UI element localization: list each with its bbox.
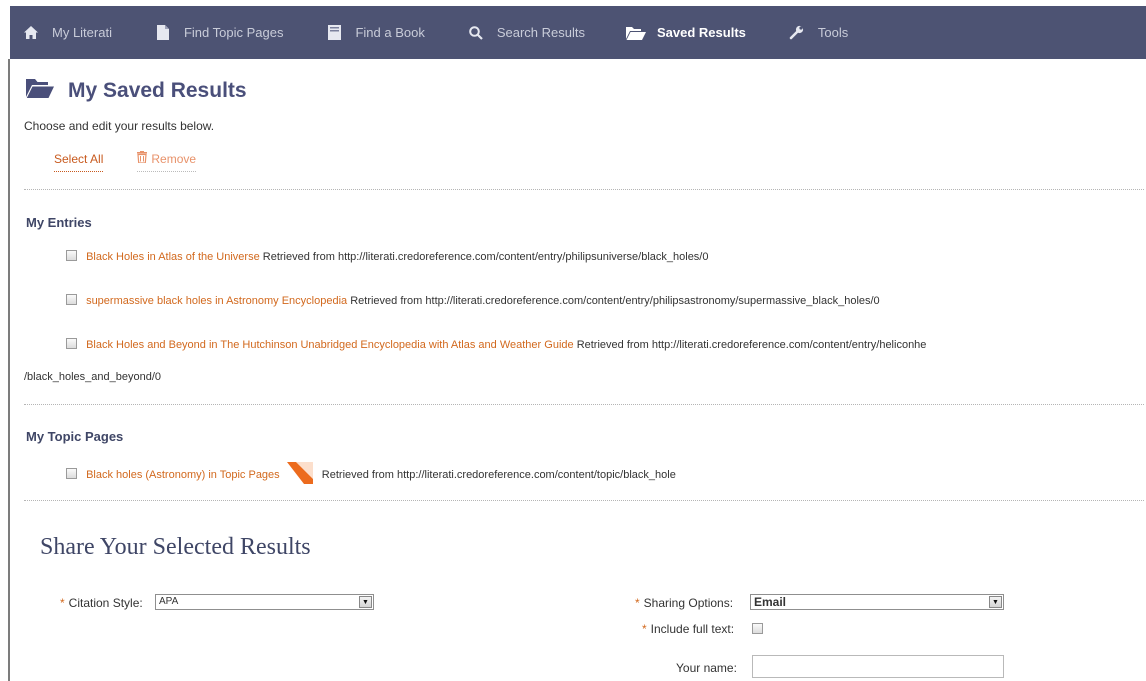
remove-link[interactable]: Remove <box>137 151 197 172</box>
your-name-input[interactable] <box>752 655 1004 678</box>
file-icon <box>152 25 174 40</box>
entry-retrieved-text: Retrieved from http://literati.credorefe… <box>576 339 927 351</box>
entry-link[interactable]: Black Holes in Atlas of the Universe <box>86 251 260 263</box>
list-item: Black Holes and Beyond in The Hutchinson… <box>24 336 1126 386</box>
sharing-options-value: Email <box>754 595 787 609</box>
required-marker: * <box>635 596 640 610</box>
home-icon <box>20 26 42 39</box>
entry-checkbox[interactable] <box>66 250 77 261</box>
list-item: Black Holes in Atlas of the Universe Ret… <box>66 248 1126 266</box>
required-marker: * <box>642 622 647 636</box>
top-navigation: My Literati Find Topic Pages Find a Book… <box>10 6 1146 59</box>
entry-retrieved-text: Retrieved from http://literati.credorefe… <box>262 251 709 263</box>
topic-link[interactable]: Black holes (Astronomy) in Topic Pages <box>86 469 280 481</box>
sharing-options-select[interactable]: Email ▼ <box>750 594 1004 610</box>
citation-style-select[interactable]: APA ▼ <box>155 594 374 610</box>
sharing-options-label-text: Sharing Options: <box>643 596 734 610</box>
select-all-link[interactable]: Select All <box>54 152 104 172</box>
wrench-icon <box>786 25 808 40</box>
entry-link[interactable]: supermassive black holes in Astronomy En… <box>86 295 347 307</box>
your-name-label: Your name: <box>676 661 737 675</box>
topic-checkbox[interactable] <box>66 468 77 479</box>
nav-label: Tools <box>817 25 849 40</box>
divider <box>24 189 1144 190</box>
page-title: My Saved Results <box>68 78 247 102</box>
nav-label: Find a Book <box>355 25 425 40</box>
entry-link[interactable]: Black Holes and Beyond in The Hutchinson… <box>86 339 574 351</box>
share-title: Share Your Selected Results <box>40 534 311 560</box>
saved-actions: Select All Remove <box>54 151 197 172</box>
divider <box>24 500 1144 501</box>
dropdown-arrow-icon: ▼ <box>989 596 1002 608</box>
nav-my-literati[interactable]: My Literati <box>20 6 112 59</box>
divider <box>24 404 1144 405</box>
citation-style-value: APA <box>159 596 179 607</box>
citation-style-label: * Citation Style: <box>60 596 143 610</box>
entry-retrieved-continuation: /black_holes_and_beyond/0 <box>24 371 162 383</box>
page-header: My Saved Results <box>26 78 247 103</box>
include-full-text-checkbox[interactable] <box>752 623 763 634</box>
entry-retrieved-text: Retrieved from http://literati.credorefe… <box>350 295 880 307</box>
citation-style-label-text: Citation Style: <box>68 596 143 610</box>
nav-label: My Literati <box>52 25 112 40</box>
topic-retrieved-text: Retrieved from http://literati.credorefe… <box>321 469 676 481</box>
section-title-my-entries: My Entries <box>26 215 92 230</box>
book-icon <box>323 25 345 40</box>
intro-text: Choose and edit your results below. <box>24 119 215 133</box>
nav-search-results[interactable]: Search Results <box>465 6 585 59</box>
list-item: Black holes (Astronomy) in Topic Pages R… <box>66 462 1126 490</box>
list-item: supermassive black holes in Astronomy En… <box>66 292 1126 310</box>
entry-checkbox[interactable] <box>66 294 77 305</box>
nav-find-a-book[interactable]: Find a Book <box>323 6 425 59</box>
dropdown-arrow-icon: ▼ <box>359 596 372 608</box>
nav-tools[interactable]: Tools <box>786 6 848 59</box>
left-border <box>8 59 10 681</box>
section-title-my-topic-pages: My Topic Pages <box>26 429 124 444</box>
search-icon <box>465 25 487 40</box>
required-marker: * <box>60 596 65 610</box>
nav-label: Search Results <box>496 25 585 40</box>
include-full-text-label-text: Include full text: <box>650 622 735 636</box>
include-full-text-label: * Include full text: <box>642 622 734 636</box>
entry-checkbox[interactable] <box>66 338 77 349</box>
nav-label: Saved Results <box>657 25 746 40</box>
nav-saved-results[interactable]: Saved Results <box>625 6 746 59</box>
remove-label: Remove <box>151 151 197 166</box>
trash-icon <box>137 151 148 166</box>
sharing-options-label: * Sharing Options: <box>635 596 733 610</box>
folder-open-icon <box>625 26 647 40</box>
nav-find-topic-pages[interactable]: Find Topic Pages <box>152 6 284 59</box>
nav-label: Find Topic Pages <box>183 25 284 40</box>
folder-open-icon <box>26 78 54 103</box>
topic-page-ribbon-icon <box>286 462 313 490</box>
